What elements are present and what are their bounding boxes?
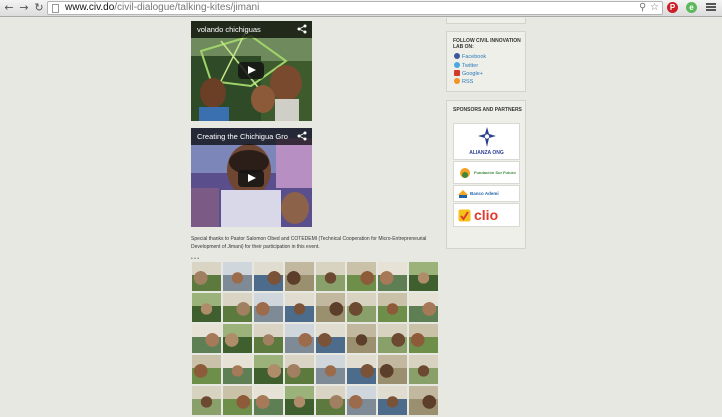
gallery-thumbnail[interactable]: [378, 355, 407, 384]
sur-futuro-sun-icon: [460, 168, 470, 178]
gallery-thumbnail[interactable]: [254, 293, 283, 322]
video-player-2[interactable]: Creating the Chichigua Gro: [191, 128, 312, 227]
evernote-extension-icon[interactable]: e: [686, 2, 697, 13]
gallery-thumbnail[interactable]: [223, 293, 252, 322]
gallery-thumbnail[interactable]: [347, 386, 376, 415]
back-arrow-icon[interactable]: ←: [2, 1, 16, 15]
gallery-thumbnail[interactable]: [192, 386, 221, 415]
sponsors-widget: SPONSORS AND PARTNERS ALIANZA ONG Fundac…: [446, 100, 526, 249]
follow-link-label: RSS: [462, 79, 474, 85]
gallery-thumbnail[interactable]: [285, 386, 314, 415]
url-path: /civil-dialogue/talking-kites/jimani: [114, 2, 260, 13]
follow-link-label: Facebook: [462, 54, 487, 60]
follow-link-label: Twitter: [462, 63, 479, 69]
gallery-thumbnail[interactable]: [378, 324, 407, 353]
gallery-thumbnail[interactable]: [378, 293, 407, 322]
gallery-thumbnail[interactable]: [192, 262, 221, 291]
banco-ademi-logo-icon: [458, 190, 468, 198]
gallery-thumbnail[interactable]: [285, 262, 314, 291]
video-title[interactable]: Creating the Chichigua Gro: [191, 128, 312, 145]
credit-paragraph: Special thanks to Pastor Salomon Obed an…: [191, 236, 427, 250]
follow-title: FOLLOW CIVIL INNOVATION LAB ON:: [453, 38, 521, 50]
gallery-thumbnail[interactable]: [223, 324, 252, 353]
gallery-thumbnail[interactable]: [254, 262, 283, 291]
play-button[interactable]: [238, 170, 264, 187]
gallery-thumbnail[interactable]: [347, 324, 376, 353]
follow-widget: FOLLOW CIVIL INNOVATION LAB ON: Facebook…: [446, 31, 526, 92]
gallery-thumbnail[interactable]: [285, 293, 314, 322]
video-player-1[interactable]: volando chichiguas: [191, 21, 312, 121]
gallery-thumbnail[interactable]: [378, 262, 407, 291]
sponsor-logo-banco-ademi[interactable]: Banco Ademi: [453, 185, 520, 202]
gallery-thumbnail[interactable]: [192, 293, 221, 322]
gallery-thumbnail[interactable]: [409, 386, 438, 415]
gallery-thumbnail[interactable]: [409, 262, 438, 291]
gallery-thumbnail[interactable]: [285, 324, 314, 353]
page-icon: [52, 4, 59, 13]
reload-icon[interactable]: ↻: [32, 1, 46, 15]
sponsor-name: ALIANZA ONG: [469, 150, 504, 156]
checkmark-icon: [458, 209, 471, 222]
sponsors-title: SPONSORS AND PARTNERS: [453, 107, 522, 113]
play-button[interactable]: [238, 62, 264, 79]
share-icon[interactable]: [297, 24, 307, 34]
gallery-thumbnail[interactable]: [347, 262, 376, 291]
alianza-star-icon: [478, 127, 496, 147]
menu-icon[interactable]: [706, 3, 716, 12]
sponsor-logo-clio[interactable]: clio: [453, 203, 520, 227]
gallery-thumbnail[interactable]: [409, 324, 438, 353]
gallery-thumbnail[interactable]: [409, 355, 438, 384]
browser-toolbar: ← → ↻ www.civ.do/civil-dialogue/talking-…: [0, 0, 722, 17]
address-bar[interactable]: www.civ.do/civil-dialogue/talking-kites/…: [47, 1, 663, 15]
sidebar-widget-top: [446, 18, 526, 24]
gallery-thumbnail[interactable]: [192, 355, 221, 384]
sponsor-name: Banco Ademi: [470, 191, 499, 196]
gallery-thumbnail[interactable]: [254, 386, 283, 415]
sponsor-logo-sur-futuro[interactable]: Fundación Sur Futuro: [453, 161, 520, 184]
search-icon[interactable]: ⚲: [639, 2, 646, 14]
rss-icon: [454, 78, 460, 84]
sponsor-name: Fundación Sur Futuro: [474, 170, 516, 175]
gallery-thumbnail[interactable]: [192, 324, 221, 353]
gallery-thumbnail[interactable]: [254, 324, 283, 353]
page-content: volando chichiguas Creating the Chichigu…: [0, 18, 722, 417]
gallery-thumbnail[interactable]: [347, 355, 376, 384]
bookmark-star-icon[interactable]: ☆: [650, 2, 659, 14]
twitter-icon: [454, 62, 460, 68]
gallery-thumbnail[interactable]: [316, 386, 345, 415]
follow-link-label: Google+: [462, 71, 483, 77]
url-host: www.civ.do: [65, 2, 115, 13]
url-text[interactable]: www.civ.do/civil-dialogue/talking-kites/…: [65, 2, 259, 14]
pinterest-extension-icon[interactable]: P: [667, 2, 678, 13]
sponsor-name: clio: [474, 207, 499, 223]
gallery-thumbnail[interactable]: [347, 293, 376, 322]
video-title[interactable]: volando chichiguas: [191, 21, 312, 38]
follow-link-google-plus[interactable]: Google+: [454, 70, 483, 78]
gallery-thumbnail[interactable]: [378, 386, 407, 415]
share-icon[interactable]: [297, 131, 307, 141]
forward-arrow-icon[interactable]: →: [17, 1, 31, 15]
gallery-thumbnail[interactable]: [285, 355, 314, 384]
gallery-thumbnail[interactable]: [254, 355, 283, 384]
gallery-thumbnail[interactable]: [316, 355, 345, 384]
follow-link-rss[interactable]: RSS: [454, 78, 473, 86]
gallery-thumbnail[interactable]: [409, 293, 438, 322]
sponsor-logo-alianza-ong[interactable]: ALIANZA ONG: [453, 123, 520, 160]
gallery-thumbnail[interactable]: [316, 262, 345, 291]
gallery-thumbnail[interactable]: [316, 324, 345, 353]
facebook-icon: [454, 53, 460, 59]
follow-link-facebook[interactable]: Facebook: [454, 53, 486, 61]
gallery-thumbnail[interactable]: [223, 262, 252, 291]
google-plus-icon: [454, 70, 460, 76]
follow-link-twitter[interactable]: Twitter: [454, 62, 478, 70]
gallery-thumbnail[interactable]: [223, 355, 252, 384]
gallery-thumbnail[interactable]: [223, 386, 252, 415]
gallery-thumbnail[interactable]: [316, 293, 345, 322]
